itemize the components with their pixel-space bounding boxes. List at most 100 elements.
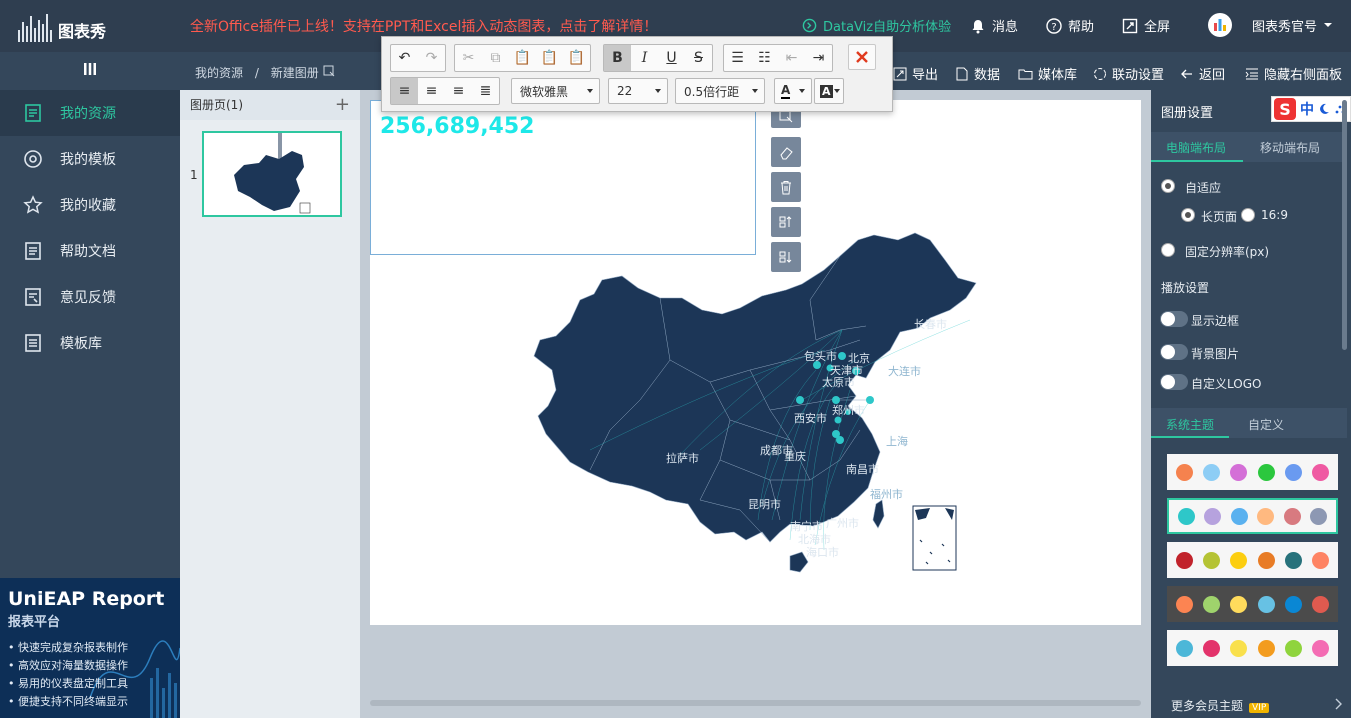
delete-button[interactable] <box>771 172 801 202</box>
font-family-select[interactable]: 微软雅黑 <box>511 78 600 104</box>
theme-color-swatch <box>1204 507 1222 525</box>
copy-icon[interactable]: ⧉ <box>482 45 509 71</box>
move-down-button[interactable] <box>771 242 801 272</box>
bold-icon[interactable]: B <box>604 45 631 71</box>
redo-icon[interactable]: ↷ <box>418 45 445 71</box>
remove-format-button[interactable] <box>848 44 876 70</box>
right-settings-panel <box>1151 90 1351 718</box>
align-left-icon[interactable]: ≡ <box>391 78 418 104</box>
big-number-text[interactable]: 256,689,452 <box>380 114 534 139</box>
data-button[interactable]: 数据 <box>955 64 1000 83</box>
theme-color-swatch <box>1257 639 1275 657</box>
account-menu[interactable]: 图表秀官号 <box>1208 13 1333 37</box>
underline-icon[interactable]: U <box>658 45 685 71</box>
background-color-select[interactable]: A <box>814 78 844 104</box>
eraser-button[interactable] <box>771 137 801 167</box>
theme-option[interactable] <box>1167 542 1338 578</box>
indent-icon[interactable]: ⇥ <box>805 45 832 71</box>
more-member-themes-link[interactable]: 更多会员主题 VIP <box>1171 697 1270 714</box>
ime-status-badge[interactable]: S 中 <box>1271 96 1351 122</box>
fixed-resolution-radio[interactable] <box>1161 243 1175 257</box>
font-size-select[interactable]: 22 <box>608 78 668 104</box>
paste-icon[interactable]: 📋 <box>509 45 536 71</box>
italic-icon[interactable]: I <box>631 45 658 71</box>
canvas-horizontal-scrollbar[interactable] <box>370 700 1141 706</box>
promo-banner-link[interactable]: 全新Office插件已上线！支持在PPT和Excel插入动态图表，点击了解详情！ <box>190 16 657 36</box>
help-button[interactable]: ? 帮助 <box>1046 16 1094 35</box>
theme-color-swatch <box>1284 463 1302 481</box>
undo-icon[interactable]: ↶ <box>391 45 418 71</box>
ratio-16-9-radio[interactable] <box>1241 208 1255 222</box>
breadcrumb-root-link[interactable]: 我的资源 <box>195 66 243 80</box>
outdent-icon[interactable]: ⇤ <box>778 45 805 71</box>
back-button[interactable]: 返回 <box>1180 64 1225 83</box>
move-up-button[interactable] <box>771 207 801 237</box>
long-page-radio[interactable] <box>1181 208 1195 222</box>
ad-subtitle: 报表平台 <box>8 615 61 630</box>
sidebar-item-my-favorites[interactable]: 我的收藏 <box>0 182 180 228</box>
tab-custom-theme[interactable]: 自定义 <box>1248 416 1284 433</box>
tab-mobile-layout[interactable]: 移动端布局 <box>1260 139 1320 156</box>
fixed-resolution-label: 固定分辨率(px) <box>1185 245 1270 259</box>
library-icon <box>22 332 44 354</box>
menu-toggle-button[interactable] <box>0 52 180 90</box>
chevron-right-icon[interactable] <box>1334 698 1342 710</box>
align-justify-icon[interactable]: ≣ <box>472 78 499 104</box>
right-panel-scrollbar[interactable] <box>1342 100 1347 350</box>
theme-option[interactable] <box>1167 454 1338 490</box>
sidebar-item-label: 帮助文档 <box>60 244 116 260</box>
align-center-icon[interactable]: ≡ <box>418 78 445 104</box>
custom-logo-toggle[interactable] <box>1160 374 1188 390</box>
avatar <box>1208 13 1232 37</box>
vip-badge: VIP <box>1249 703 1270 713</box>
svg-text:?: ? <box>1051 22 1056 33</box>
theme-option[interactable] <box>1167 586 1338 622</box>
paste-word-icon[interactable]: 📋 <box>563 45 590 71</box>
sidebar-item-label: 模板库 <box>60 336 102 352</box>
sidebar-item-feedback[interactable]: 意见反馈 <box>0 274 180 320</box>
strikethrough-icon[interactable]: S <box>685 45 712 71</box>
sidebar-item-my-resources[interactable]: 我的资源 <box>0 90 180 136</box>
paste-text-icon[interactable]: 📋 <box>536 45 563 71</box>
question-icon: ? <box>1046 17 1062 34</box>
hide-right-panel-button[interactable]: 隐藏右侧面板 <box>1245 64 1342 83</box>
fullscreen-button[interactable]: 全屏 <box>1122 16 1170 35</box>
add-page-button[interactable]: + <box>335 90 350 120</box>
theme-color-swatch <box>1176 463 1194 481</box>
messages-button[interactable]: 消息 <box>970 16 1018 35</box>
align-group: ≡ ≡ ≡ ≣ <box>390 77 500 105</box>
tab-system-theme[interactable]: 系统主题 <box>1166 416 1214 433</box>
ad-line: • 快速完成复杂报表制作 <box>8 641 128 654</box>
export-button[interactable]: 导出 <box>893 64 938 83</box>
align-right-icon[interactable]: ≡ <box>445 78 472 104</box>
font-color-select[interactable]: A <box>774 78 812 104</box>
highlight-icon: A <box>820 84 833 98</box>
media-library-button[interactable]: 媒体库 <box>1018 64 1077 83</box>
line-height-select[interactable]: 0.5倍行距 <box>675 78 765 104</box>
sidebar-item-template-library[interactable]: 模板库 <box>0 320 180 366</box>
theme-color-swatch <box>1230 639 1248 657</box>
theme-option[interactable] <box>1167 630 1338 666</box>
list-group: ☰ ☷ ⇤ ⇥ <box>723 44 833 72</box>
cut-icon[interactable]: ✂ <box>455 45 482 71</box>
pages-header: 图册页(1) + <box>180 90 360 120</box>
ordered-list-icon[interactable]: ☰ <box>724 45 751 71</box>
background-image-toggle[interactable] <box>1160 344 1188 360</box>
tab-desktop-layout[interactable]: 电脑端布局 <box>1166 139 1226 156</box>
city-label: 福州市 <box>870 487 903 501</box>
moon-icon <box>1320 103 1329 114</box>
city-label: 南昌市 <box>846 462 879 476</box>
show-border-toggle[interactable] <box>1160 311 1188 327</box>
sidebar-item-help-docs[interactable]: 帮助文档 <box>0 228 180 274</box>
dataviz-link[interactable]: DataViz自助分析体验 <box>802 16 951 35</box>
theme-color-swatch <box>1203 595 1221 613</box>
sidebar-item-my-templates[interactable]: 我的模板 <box>0 136 180 182</box>
theme-option-selected[interactable] <box>1167 498 1338 534</box>
bullet-list-icon[interactable]: ☷ <box>751 45 778 71</box>
page-thumbnail[interactable] <box>202 131 342 217</box>
brand-logo[interactable]: 图表秀 <box>18 8 106 42</box>
adaptive-radio[interactable] <box>1161 179 1175 193</box>
linkage-settings-button[interactable]: 联动设置 <box>1093 64 1164 83</box>
edit-icon[interactable] <box>323 65 335 77</box>
ad-banner[interactable]: UniEAP Report 报表平台 • 快速完成复杂报表制作 • 高效应对海量… <box>0 578 180 718</box>
